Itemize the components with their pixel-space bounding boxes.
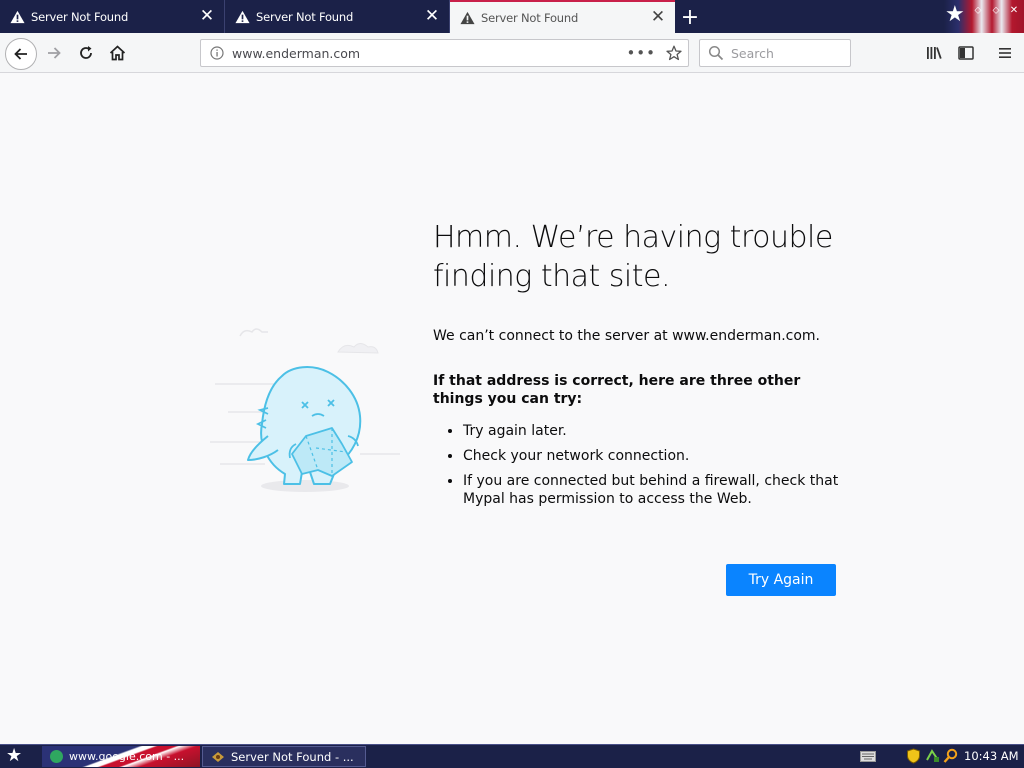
warning-icon [10, 10, 25, 23]
suggestions-list: Try again later. Check your network conn… [433, 422, 853, 508]
shield-icon[interactable] [906, 748, 921, 764]
forward-arrow-icon [48, 47, 61, 59]
back-button[interactable] [5, 38, 37, 70]
suggestion-item: Check your network connection. [463, 447, 853, 465]
info-icon[interactable] [210, 46, 224, 60]
start-star-icon[interactable]: ★ [6, 746, 22, 766]
tab-strip: Server Not Found ✕ Server Not Found ✕ Se… [0, 0, 1024, 33]
hamburger-menu-icon [999, 48, 1011, 58]
taskbar-item-google[interactable]: www.google.com - ... [42, 746, 200, 767]
bookmark-star-icon[interactable] [666, 45, 682, 61]
error-message: We can’t connect to the server at www.en… [433, 328, 821, 344]
reload-button[interactable] [72, 39, 100, 67]
warning-icon [235, 10, 250, 23]
page-actions-menu-icon[interactable]: ••• [626, 44, 656, 62]
library-icon [927, 47, 942, 59]
reload-icon [80, 46, 92, 59]
sidebar-button[interactable] [952, 39, 980, 67]
warning-icon [460, 11, 475, 24]
keyboard-icon[interactable] [860, 751, 876, 762]
error-title: Hmm. We’re having trouble finding that s… [433, 220, 833, 294]
taskbar-item-label: Server Not Found - ... [231, 749, 354, 764]
tab-close-icon[interactable]: ✕ [196, 6, 218, 28]
navigation-toolbar: www.enderman.com ••• [0, 33, 1024, 73]
error-container: Hmm. We’re having trouble finding that s… [433, 218, 853, 515]
tab-2[interactable]: Server Not Found ✕ [225, 0, 450, 33]
suggestion-item: If you are connected but behind a firewa… [463, 472, 853, 508]
star-icon: ★ [945, 2, 965, 27]
home-button[interactable] [103, 39, 131, 67]
search-icon [708, 45, 724, 61]
home-icon [109, 45, 125, 61]
library-button[interactable] [920, 39, 948, 67]
url-text[interactable]: www.enderman.com [232, 46, 626, 61]
suggestion-item: Try again later. [463, 422, 853, 440]
browser-app-icon [212, 751, 224, 762]
search-input[interactable] [731, 45, 841, 61]
taskbar-item-label: www.google.com - ... [69, 750, 185, 763]
try-again-button[interactable]: Try Again [726, 564, 836, 596]
maximize-icon[interactable]: ⬦ [990, 5, 1002, 17]
taskbar: ★ www.google.com - ... Server Not Found … [0, 744, 1024, 768]
network-icon[interactable] [925, 748, 940, 764]
tab-close-icon[interactable]: ✕ [647, 7, 669, 29]
forward-button[interactable] [40, 39, 68, 67]
tab-1[interactable]: Server Not Found ✕ [0, 0, 225, 33]
lost-dinosaur-illustration [210, 328, 400, 492]
minimize-icon[interactable]: ⬦ [972, 5, 984, 17]
tab-close-icon[interactable]: ✕ [421, 6, 443, 28]
tab-title: Server Not Found [481, 10, 579, 25]
taskbar-item-server-not-found[interactable]: Server Not Found - ... [202, 746, 366, 767]
suggestions-heading: If that address is correct, here are thr… [433, 373, 801, 407]
search-bar[interactable] [699, 39, 851, 67]
url-bar[interactable]: www.enderman.com ••• [200, 39, 689, 67]
error-page: Hmm. We’re having trouble finding that s… [0, 74, 1024, 744]
tab-title: Server Not Found [31, 9, 129, 24]
clock: 10:43 AM [964, 749, 1019, 763]
close-window-icon[interactable]: ✕ [1008, 5, 1020, 17]
back-arrow-icon [14, 48, 27, 60]
menu-button[interactable] [991, 39, 1019, 67]
globe-icon [50, 750, 63, 763]
tab-title: Server Not Found [256, 9, 354, 24]
magnifier-icon[interactable] [943, 748, 958, 764]
tab-3-active[interactable]: Server Not Found ✕ [450, 0, 675, 33]
new-tab-button[interactable]: + [676, 4, 704, 30]
sidebar-icon [958, 46, 974, 60]
